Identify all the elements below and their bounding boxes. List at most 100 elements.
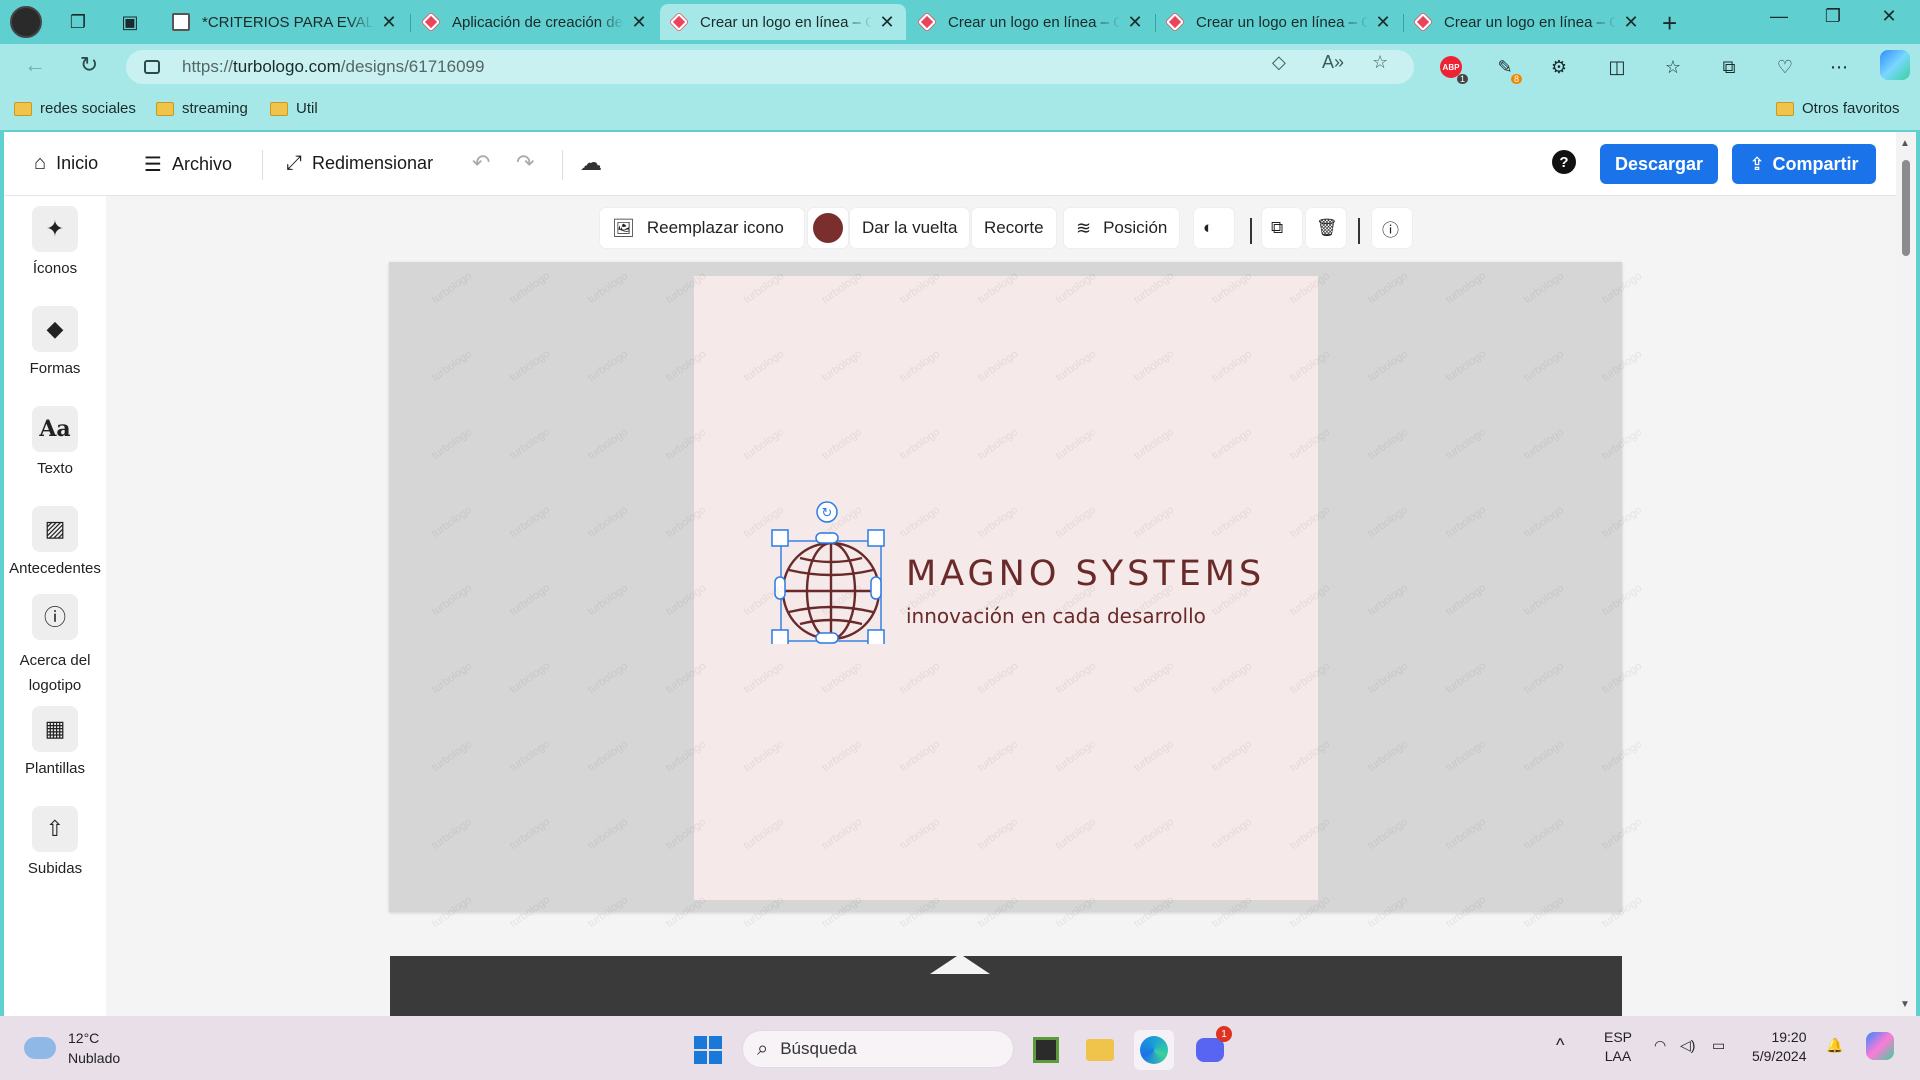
- browser-tab[interactable]: Crear un logo en línea – C ✕: [908, 4, 1154, 40]
- edge-icon[interactable]: [1134, 1030, 1174, 1070]
- close-tab-icon[interactable]: ✕: [380, 12, 398, 33]
- restore-button[interactable]: ❐: [1810, 6, 1856, 27]
- collapse-arrow-icon[interactable]: [930, 954, 990, 974]
- resize-handle[interactable]: [771, 529, 789, 547]
- scrollbar-thumb[interactable]: [1902, 160, 1910, 256]
- position-button[interactable]: ≋ Posición: [1064, 208, 1180, 248]
- sidebar-item-backgrounds[interactable]: ▨ Antecedentes: [4, 506, 106, 577]
- address-bar[interactable]: https://turbologo.com/designs/61716099: [126, 50, 1414, 84]
- flip-button[interactable]: Dar la vuelta: [850, 208, 970, 248]
- resize-handle[interactable]: [771, 629, 789, 644]
- watermark-text: turbologo: [507, 581, 553, 619]
- color-picker-button[interactable]: [808, 208, 848, 248]
- more-menu-icon[interactable]: ⋯: [1826, 54, 1852, 80]
- watermark-text: turbologo: [1521, 815, 1567, 853]
- share-button[interactable]: ⇪ Compartir: [1732, 144, 1876, 184]
- file-explorer-icon[interactable]: [1080, 1030, 1120, 1070]
- delete-button[interactable]: 🗑: [1306, 208, 1346, 248]
- favorites-icon[interactable]: ☆: [1660, 54, 1686, 80]
- duplicate-button[interactable]: ⧉: [1262, 208, 1302, 248]
- browser-tab[interactable]: Aplicación de creación de ✕: [412, 4, 658, 40]
- volume-icon[interactable]: ◁): [1680, 1036, 1695, 1055]
- watermark-text: turbologo: [1365, 269, 1411, 307]
- browser-tab[interactable]: *CRITERIOS PARA EVALUA ✕: [162, 4, 408, 40]
- home-button[interactable]: ⌂ Inicio: [34, 152, 98, 175]
- language-indicator[interactable]: ESP LAA: [1604, 1028, 1632, 1066]
- extension-icon[interactable]: ✎ 8: [1492, 54, 1522, 84]
- other-favorites-folder[interactable]: Otros favoritos: [1776, 100, 1900, 117]
- minimize-button[interactable]: —: [1756, 6, 1802, 27]
- sidebar-item-text[interactable]: Aa Texto: [4, 406, 106, 477]
- tag-icon[interactable]: ◇: [1272, 52, 1286, 73]
- url-text[interactable]: https://turbologo.com/designs/61716099: [182, 57, 484, 77]
- resize-handle[interactable]: [867, 529, 885, 547]
- wifi-icon[interactable]: ◠: [1654, 1036, 1666, 1055]
- read-aloud-icon[interactable]: A»: [1322, 52, 1344, 73]
- favorite-folder[interactable]: Util: [270, 100, 318, 117]
- back-button[interactable]: ←: [20, 52, 50, 78]
- battery-icon[interactable]: ▭: [1712, 1036, 1725, 1055]
- file-menu-button[interactable]: ☰ Archivo: [144, 152, 232, 177]
- browser-tab-active[interactable]: Crear un logo en línea – C ✕: [660, 4, 906, 40]
- watermark-text: turbologo: [429, 503, 475, 541]
- sidebar-item-shapes[interactable]: ◆ Formas: [4, 306, 106, 377]
- background-icon: ▨: [32, 506, 78, 552]
- notifications-icon[interactable]: 🔔: [1826, 1036, 1843, 1055]
- copilot-taskbar-icon[interactable]: [1866, 1032, 1894, 1060]
- sidebar-item-icons[interactable]: ✦ Íconos: [4, 206, 106, 277]
- start-button[interactable]: [694, 1036, 722, 1064]
- scroll-up-icon[interactable]: ▲: [1900, 138, 1910, 149]
- close-tab-icon[interactable]: ✕: [878, 12, 896, 33]
- new-tab-button[interactable]: +: [1662, 8, 1677, 39]
- resize-handle[interactable]: [870, 576, 882, 600]
- sidebar-item-uploads[interactable]: ⇧ Subidas: [4, 806, 106, 877]
- undo-button[interactable]: ↶: [472, 150, 490, 176]
- browser-tab[interactable]: Crear un logo en línea – C ✕: [1156, 4, 1402, 40]
- sidebar-item-about-logo[interactable]: ⓘ Acerca del logotipo: [4, 594, 106, 698]
- tab-actions-icon[interactable]: ▣: [116, 8, 144, 36]
- browser-tab[interactable]: Crear un logo en línea – C ✕: [1404, 4, 1650, 40]
- favorite-star-icon[interactable]: ☆: [1372, 52, 1388, 73]
- close-tab-icon[interactable]: ✕: [1374, 12, 1392, 33]
- close-tab-icon[interactable]: ✕: [630, 12, 648, 33]
- editor-topbar: ⌂ Inicio ☰ Archivo ⤢ Redimensionar ↶ ↷ ☁ ? …: [4, 132, 1900, 196]
- browser-essentials-icon[interactable]: ♡: [1772, 54, 1798, 80]
- close-window-button[interactable]: ✕: [1866, 6, 1912, 27]
- favorite-folder[interactable]: streaming: [156, 100, 248, 117]
- close-tab-icon[interactable]: ✕: [1622, 12, 1640, 33]
- weather-widget[interactable]: 12°C Nublado: [24, 1028, 120, 1068]
- copilot-icon[interactable]: [1880, 50, 1910, 80]
- watermark-text: turbologo: [429, 737, 475, 775]
- clock[interactable]: 19:20 5/9/2024: [1752, 1028, 1807, 1066]
- scroll-down-icon[interactable]: ▼: [1900, 999, 1910, 1010]
- opacity-button[interactable]: ◐: [1194, 208, 1234, 248]
- adblock-extension-icon[interactable]: ABP 1: [1438, 54, 1468, 84]
- split-screen-icon[interactable]: ◫: [1604, 54, 1630, 80]
- watermark-text: turbologo: [507, 503, 553, 541]
- workspaces-icon[interactable]: ❐: [64, 8, 92, 36]
- show-hidden-icons[interactable]: ^: [1556, 1036, 1564, 1055]
- resize-handle[interactable]: [815, 632, 839, 644]
- favorite-folder[interactable]: redes sociales: [14, 100, 136, 117]
- resize-handle[interactable]: [867, 629, 885, 644]
- lock-icon[interactable]: [144, 60, 160, 74]
- info-button[interactable]: ⓘ: [1372, 208, 1412, 248]
- discord-icon[interactable]: 1: [1190, 1026, 1232, 1070]
- download-button[interactable]: Descargar: [1600, 144, 1718, 184]
- sidebar-item-templates[interactable]: ▦ Plantillas: [4, 706, 106, 777]
- profile-avatar[interactable]: [10, 6, 42, 38]
- close-tab-icon[interactable]: ✕: [1126, 12, 1144, 33]
- crop-button[interactable]: Recorte: [972, 208, 1056, 248]
- replace-icon-button[interactable]: 🖼 Reemplazar icono: [600, 208, 804, 248]
- extensions-icon[interactable]: ⚙: [1546, 54, 1572, 80]
- resize-button[interactable]: ⤢ Redimensionar: [286, 152, 433, 175]
- cloud-save-icon[interactable]: ☁: [580, 150, 602, 176]
- next-page-preview[interactable]: [390, 954, 1622, 1016]
- page-scrollbar[interactable]: ▲ ▼: [1896, 132, 1916, 1016]
- taskbar-search[interactable]: ⌕ Búsqueda: [742, 1030, 1014, 1068]
- help-icon[interactable]: ?: [1552, 150, 1576, 174]
- minecraft-icon[interactable]: [1026, 1030, 1066, 1070]
- collections-icon[interactable]: ⧉: [1716, 54, 1742, 80]
- redo-button[interactable]: ↷: [516, 150, 534, 176]
- refresh-button[interactable]: ↻: [74, 52, 104, 78]
